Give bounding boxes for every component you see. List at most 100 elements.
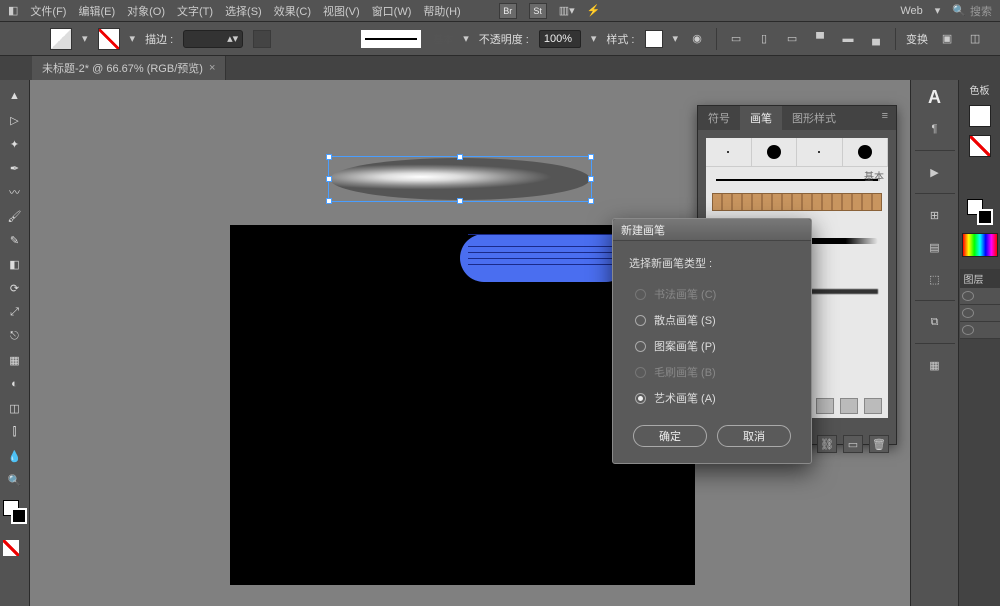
- align-top-icon[interactable]: ▀: [811, 30, 829, 48]
- graph-tool[interactable]: ⫿: [3, 422, 27, 442]
- stroke-color-icon[interactable]: [11, 508, 27, 524]
- brush-thumb[interactable]: [706, 138, 752, 166]
- scale-tool[interactable]: ⤢: [3, 302, 27, 322]
- stock-icon[interactable]: St: [529, 3, 547, 19]
- shaper-tool[interactable]: ✎: [3, 230, 27, 250]
- brush-stroke-basic[interactable]: [706, 167, 888, 193]
- panel-menu-icon[interactable]: ≡: [874, 106, 896, 130]
- workspace-switcher[interactable]: Web: [900, 5, 922, 17]
- fill-swatch[interactable]: [50, 28, 72, 50]
- type-panel-icon[interactable]: A: [922, 86, 948, 108]
- fill-stroke-control[interactable]: [3, 500, 27, 524]
- align-bottom-icon[interactable]: ▄: [867, 30, 885, 48]
- radio-icon[interactable]: [635, 315, 646, 326]
- transform-panel-icon[interactable]: ⊞: [922, 204, 948, 226]
- brush-pattern-rope[interactable]: [712, 193, 882, 211]
- css-panel-icon[interactable]: ⧉: [922, 311, 948, 333]
- menu-file[interactable]: 文件(F): [30, 3, 66, 19]
- chevron-down-icon[interactable]: ▾: [673, 32, 679, 45]
- menu-edit[interactable]: 编辑(E): [78, 3, 115, 19]
- chevron-down-icon[interactable]: ▾: [591, 32, 597, 45]
- menu-select[interactable]: 选择(S): [225, 3, 262, 19]
- play-icon[interactable]: ▶: [922, 161, 948, 183]
- fill-none-control[interactable]: [3, 540, 27, 564]
- width-tool[interactable]: ⎋: [3, 326, 27, 346]
- color-spectrum[interactable]: [962, 233, 998, 257]
- layer-row[interactable]: [960, 305, 1000, 322]
- brush-definition[interactable]: [361, 30, 421, 48]
- visibility-icon[interactable]: [962, 325, 974, 335]
- new-brush-icon[interactable]: [840, 398, 858, 414]
- menu-type[interactable]: 文字(T): [177, 3, 213, 19]
- close-icon[interactable]: ×: [209, 62, 215, 74]
- brush-thumb[interactable]: [797, 138, 843, 166]
- style-swatch[interactable]: [645, 30, 663, 48]
- resize-handle[interactable]: [326, 176, 332, 182]
- eraser-tool[interactable]: ◧: [3, 254, 27, 274]
- stroke-weight-field[interactable]: ▴▾: [183, 30, 243, 48]
- chevron-down-icon[interactable]: ▾: [463, 32, 469, 45]
- layers-tab-label[interactable]: 图层: [960, 269, 1000, 288]
- none-color-icon[interactable]: [3, 540, 19, 556]
- canvas-area[interactable]: 符号 画笔 图形样式 ≡ 基本: [30, 80, 910, 606]
- layer-row[interactable]: [960, 322, 1000, 339]
- crop-icon[interactable]: ◫: [966, 30, 984, 48]
- option-scatter[interactable]: 散点画笔 (S): [629, 307, 795, 333]
- menu-help[interactable]: 帮助(H): [423, 3, 460, 19]
- magic-wand-tool[interactable]: ✦: [3, 134, 27, 154]
- ok-button[interactable]: 确定: [633, 425, 707, 447]
- selected-ellipse-object[interactable]: [330, 158, 590, 200]
- align-hcenter-icon[interactable]: ▯: [755, 30, 773, 48]
- resize-handle[interactable]: [588, 154, 594, 160]
- resize-handle[interactable]: [326, 198, 332, 204]
- artboards-panel-icon[interactable]: ▦: [922, 354, 948, 376]
- delete-brush-icon[interactable]: [864, 398, 882, 414]
- tab-brushes[interactable]: 画笔: [740, 106, 782, 130]
- stroke-swatch[interactable]: [98, 28, 120, 50]
- search-box[interactable]: 🔍 搜索: [952, 3, 992, 19]
- visibility-icon[interactable]: [962, 291, 974, 301]
- paintbrush-tool[interactable]: 🖌: [3, 206, 27, 226]
- chevron-down-icon[interactable]: ▾: [130, 32, 136, 45]
- blue-brush-stroke-shape[interactable]: [460, 234, 630, 282]
- isolate-icon[interactable]: ▣: [938, 30, 956, 48]
- menu-window[interactable]: 窗口(W): [372, 3, 412, 19]
- swatches-tab-label[interactable]: 色板: [970, 82, 990, 97]
- brush-options-icon[interactable]: [816, 398, 834, 414]
- align-right-icon[interactable]: ▭: [783, 30, 801, 48]
- chevron-down-icon[interactable]: ▾: [935, 4, 941, 17]
- radio-icon[interactable]: [635, 393, 646, 404]
- tab-symbols[interactable]: 符号: [698, 106, 740, 130]
- document-tab[interactable]: 未标题-2* @ 66.67% (RGB/预览) ×: [32, 56, 226, 80]
- swatch-none[interactable]: [969, 135, 991, 157]
- rotate-tool[interactable]: ⟳: [3, 278, 27, 298]
- bridge-icon[interactable]: Br: [499, 3, 517, 19]
- menu-object[interactable]: 对象(O): [127, 3, 165, 19]
- variable-width-profile[interactable]: [253, 30, 271, 48]
- swatch-white[interactable]: [969, 105, 991, 127]
- align-panel-icon[interactable]: ▤: [922, 236, 948, 258]
- opacity-field[interactable]: 100%: [539, 30, 581, 48]
- paragraph-panel-icon[interactable]: ¶: [922, 118, 948, 140]
- shape-builder-tool[interactable]: ◐: [3, 374, 27, 394]
- radio-icon[interactable]: [635, 341, 646, 352]
- curvature-tool[interactable]: 〰: [3, 182, 27, 202]
- selection-tool[interactable]: ▲: [3, 86, 27, 106]
- zoom-tool[interactable]: 🔍: [3, 470, 27, 490]
- dialog-titlebar[interactable]: 新建画笔: [613, 219, 811, 241]
- link-icon[interactable]: ⛓: [817, 435, 837, 453]
- menu-effect[interactable]: 效果(C): [274, 3, 311, 19]
- visibility-icon[interactable]: [962, 308, 974, 318]
- tab-graphic-styles[interactable]: 图形样式: [782, 106, 846, 130]
- transform-label[interactable]: 变换: [906, 31, 928, 47]
- eyedropper-tool[interactable]: 💧: [3, 446, 27, 466]
- perspective-tool[interactable]: ◫: [3, 398, 27, 418]
- resize-handle[interactable]: [457, 198, 463, 204]
- recolor-icon[interactable]: ◉: [688, 30, 706, 48]
- brush-thumb[interactable]: [752, 138, 798, 166]
- menu-ai-icon[interactable]: ◧: [8, 4, 18, 17]
- align-left-icon[interactable]: ▭: [727, 30, 745, 48]
- layer-row[interactable]: [960, 288, 1000, 305]
- stroke-icon[interactable]: [977, 209, 993, 225]
- brush-thumb[interactable]: [843, 138, 889, 166]
